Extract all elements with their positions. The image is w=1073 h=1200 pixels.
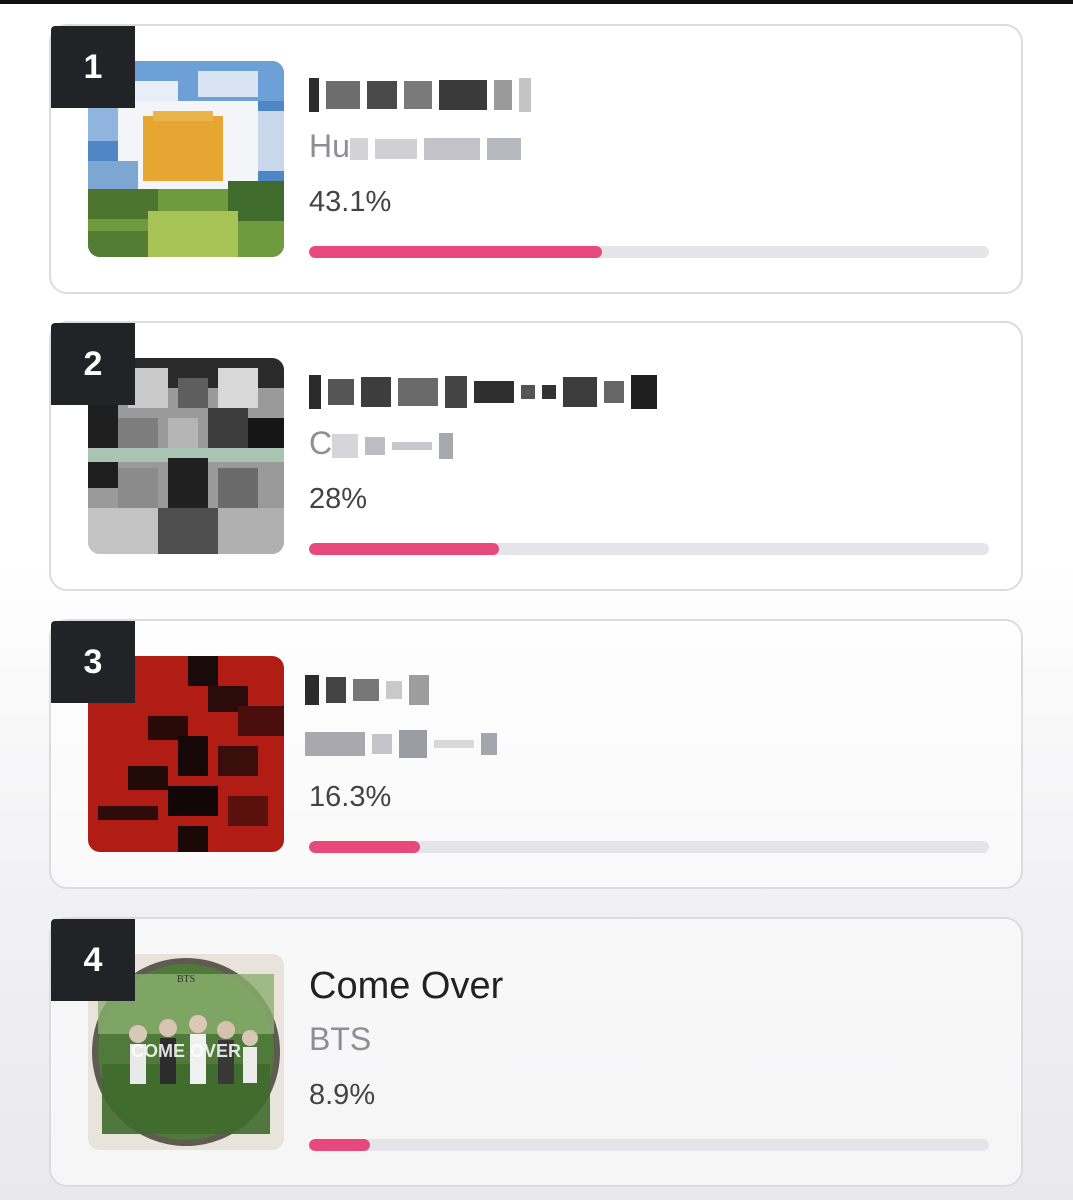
vote-progress-bar [309, 246, 989, 258]
vote-progress-bar [309, 1139, 989, 1151]
ranking-card-1[interactable]: 1 Hu 43.1% [49, 24, 1023, 294]
vote-progress-bar [309, 841, 989, 853]
vote-percentage: 8.9% [309, 1079, 376, 1111]
song-artist: BTS [309, 1021, 372, 1057]
song-artist: Hu [309, 128, 528, 164]
vote-progress-fill [309, 246, 603, 258]
song-title [305, 667, 436, 707]
vote-progress-fill [309, 841, 420, 853]
ranking-card-4[interactable]: 4 COME OVER BTS Come Over BTS 8.9% [49, 917, 1023, 1187]
rank-badge: 2 [51, 323, 135, 405]
rank-badge: 4 [51, 919, 135, 1001]
svg-text:BTS: BTS [177, 974, 195, 985]
song-title [309, 369, 664, 409]
vote-percentage: 16.3% [309, 781, 392, 813]
vote-percentage: 43.1% [309, 186, 392, 218]
vote-progress-fill [309, 1139, 370, 1151]
vote-progress-bar [309, 543, 989, 555]
top-edge [0, 0, 1073, 4]
ranking-card-3[interactable]: 3 16.3% [49, 619, 1023, 889]
ranking-card-2[interactable]: 2 C 28% [49, 321, 1023, 591]
rank-badge: 1 [51, 26, 135, 108]
rank-badge: 3 [51, 621, 135, 703]
svg-text:COME OVER: COME OVER [131, 1041, 241, 1061]
song-artist [305, 723, 504, 759]
song-artist: C [309, 425, 460, 461]
song-title [309, 72, 538, 112]
song-title: Come Over [309, 965, 504, 1007]
vote-progress-fill [309, 543, 500, 555]
vote-percentage: 28% [309, 483, 368, 515]
